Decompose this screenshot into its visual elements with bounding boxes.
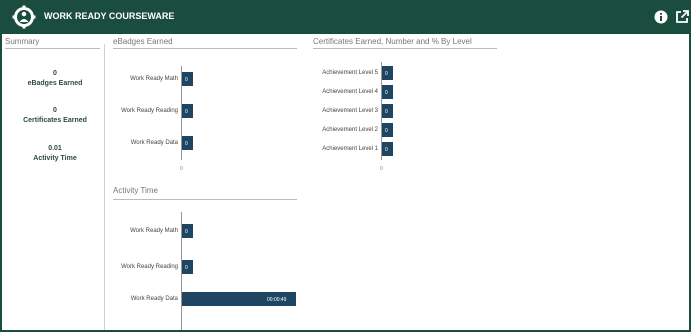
activity-category-label: Work Ready Reading: [121, 264, 178, 270]
ebadges-earned-value: 0: [53, 70, 57, 77]
activity-title-rule: [113, 199, 297, 200]
activity-chart-title: Activity Time: [113, 186, 158, 195]
summary-divider: [104, 44, 105, 330]
summary-title: Summary: [5, 37, 40, 46]
ebadges-category-label: Work Ready Math: [130, 76, 178, 82]
summary-rule: [5, 48, 100, 49]
activity-bar-value-label: 0: [185, 228, 188, 235]
certificates-earned-value: 0: [53, 107, 57, 114]
ebadges-category-label: Work Ready Reading: [121, 108, 178, 114]
header-bar: WORK READY COURSEWARE: [0, 0, 691, 34]
ebadges-category-label: Work Ready Data: [130, 140, 178, 146]
ebadges-bar-value-label: 0: [185, 140, 188, 147]
ebadges-earned-label: eBadges Earned: [27, 80, 83, 87]
certificates-axis-tick-label: 0: [380, 166, 383, 172]
certificates-category-label: Achievement Level 4: [322, 89, 378, 95]
certificates-category-label: Achievement Level 2: [322, 127, 378, 133]
certificates-bar-value-label: 0: [385, 146, 388, 153]
ebadges-axis-tick-label: 0: [180, 166, 183, 172]
activity-category-label: Work Ready Math: [130, 228, 178, 234]
activity-bar-value-label: 00:00:49: [267, 296, 287, 303]
gear-people-logo-icon: [12, 5, 36, 29]
certificates-bar-value-label: 0: [385, 127, 388, 134]
ebadges-bar-value-label: 0: [185, 76, 188, 83]
activity-time-value: 0.01: [48, 145, 62, 152]
certificates-category-label: Achievement Level 5: [322, 70, 378, 76]
certificates-chart-title: Certificates Earned, Number and % By Lev…: [313, 37, 472, 46]
ebadges-bar-value-label: 0: [185, 108, 188, 115]
app-title: WORK READY COURSEWARE: [44, 11, 175, 21]
open-external-icon[interactable]: [674, 9, 690, 25]
certificates-earned-label: Certificates Earned: [23, 117, 87, 124]
certificates-bar-value-label: 0: [385, 89, 388, 96]
certificates-category-label: Achievement Level 1: [322, 146, 378, 152]
activity-category-label: Work Ready Data: [130, 296, 178, 302]
certificates-bar-value-label: 0: [385, 108, 388, 115]
activity-time-label: Activity Time: [33, 155, 77, 162]
ebadges-chart-title: eBadges Earned: [113, 37, 173, 46]
activity-bar-value-label: 0: [185, 264, 188, 271]
certificates-category-label: Achievement Level 3: [322, 108, 378, 114]
ebadges-title-rule: [113, 48, 297, 49]
certificates-bar-value-label: 0: [385, 70, 388, 77]
info-icon[interactable]: [653, 9, 669, 25]
certificates-title-rule: [313, 48, 497, 49]
